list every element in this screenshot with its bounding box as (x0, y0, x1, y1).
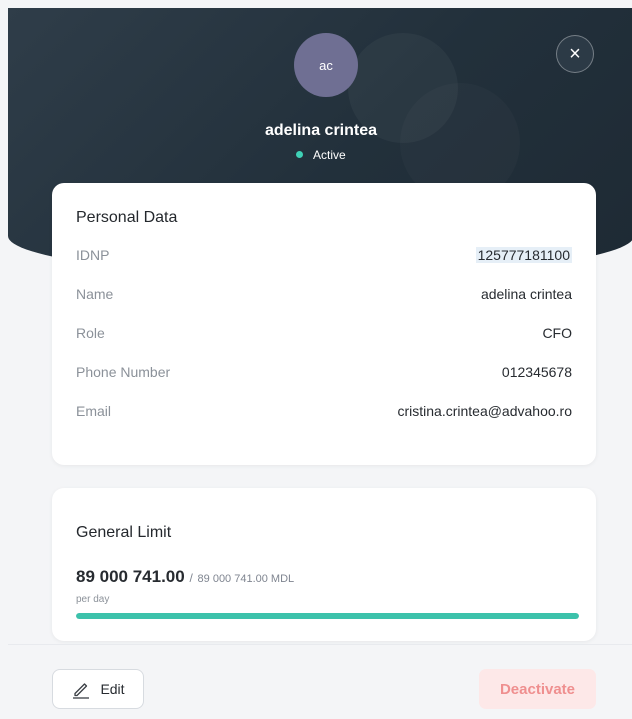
field-label: Phone Number (76, 364, 171, 380)
field-value: CFO (542, 325, 572, 341)
status-label: Active (312, 148, 346, 162)
section-title: General Limit (76, 524, 172, 541)
deactivate-label: Deactivate (499, 680, 576, 698)
limit-separator: / (189, 571, 193, 585)
status-badge: Active (8, 148, 632, 162)
field-value: 012345678 (501, 364, 572, 380)
edit-button[interactable]: Edit (52, 669, 144, 709)
section-title: Personal Data (76, 209, 178, 226)
action-footer: Edit Deactivate (8, 644, 632, 719)
avatar: ac (294, 33, 358, 97)
field-name: Name adelina crintea (76, 286, 572, 306)
field-value: cristina.crintea@advahoo.ro (397, 403, 572, 419)
pencil-icon (73, 683, 90, 699)
field-value: 125777181100 (475, 247, 572, 263)
limit-progress-fill (76, 613, 579, 619)
field-role: Role CFO (76, 325, 572, 345)
user-name: adelina crintea (264, 122, 378, 139)
field-label: Role (76, 325, 105, 341)
field-email: Email cristina.crintea@advahoo.ro (76, 403, 572, 423)
field-idnp: IDNP 125777181100 (76, 247, 572, 267)
user-detail-panel: ac × adelina crintea Active Personal Dat… (8, 8, 632, 719)
limit-amount: 89 000 741.00 / 89 000 741.00 MDL (76, 567, 294, 587)
limit-total: 89 000 741.00 MDL (197, 573, 295, 585)
limit-progress-bar (76, 613, 579, 619)
field-value: adelina crintea (480, 286, 572, 302)
avatar-initials: ac (319, 57, 333, 73)
status-dot (296, 151, 304, 158)
deactivate-button[interactable]: Deactivate (479, 669, 596, 709)
field-phone-number: Phone Number 012345678 (76, 364, 572, 384)
close-button[interactable]: × (556, 35, 594, 73)
limit-period: per day (76, 594, 110, 605)
personal-data-card: Personal Data IDNP 125777181100 Name ade… (52, 183, 596, 465)
field-label: Email (76, 403, 112, 419)
limit-used: 89 000 741.00 (76, 567, 185, 586)
field-label: IDNP (76, 247, 110, 263)
edit-label: Edit (100, 681, 125, 697)
close-icon: × (569, 42, 581, 65)
field-label: Name (76, 286, 114, 302)
general-limit-card: General Limit 89 000 741.00 / 89 000 741… (52, 488, 596, 641)
